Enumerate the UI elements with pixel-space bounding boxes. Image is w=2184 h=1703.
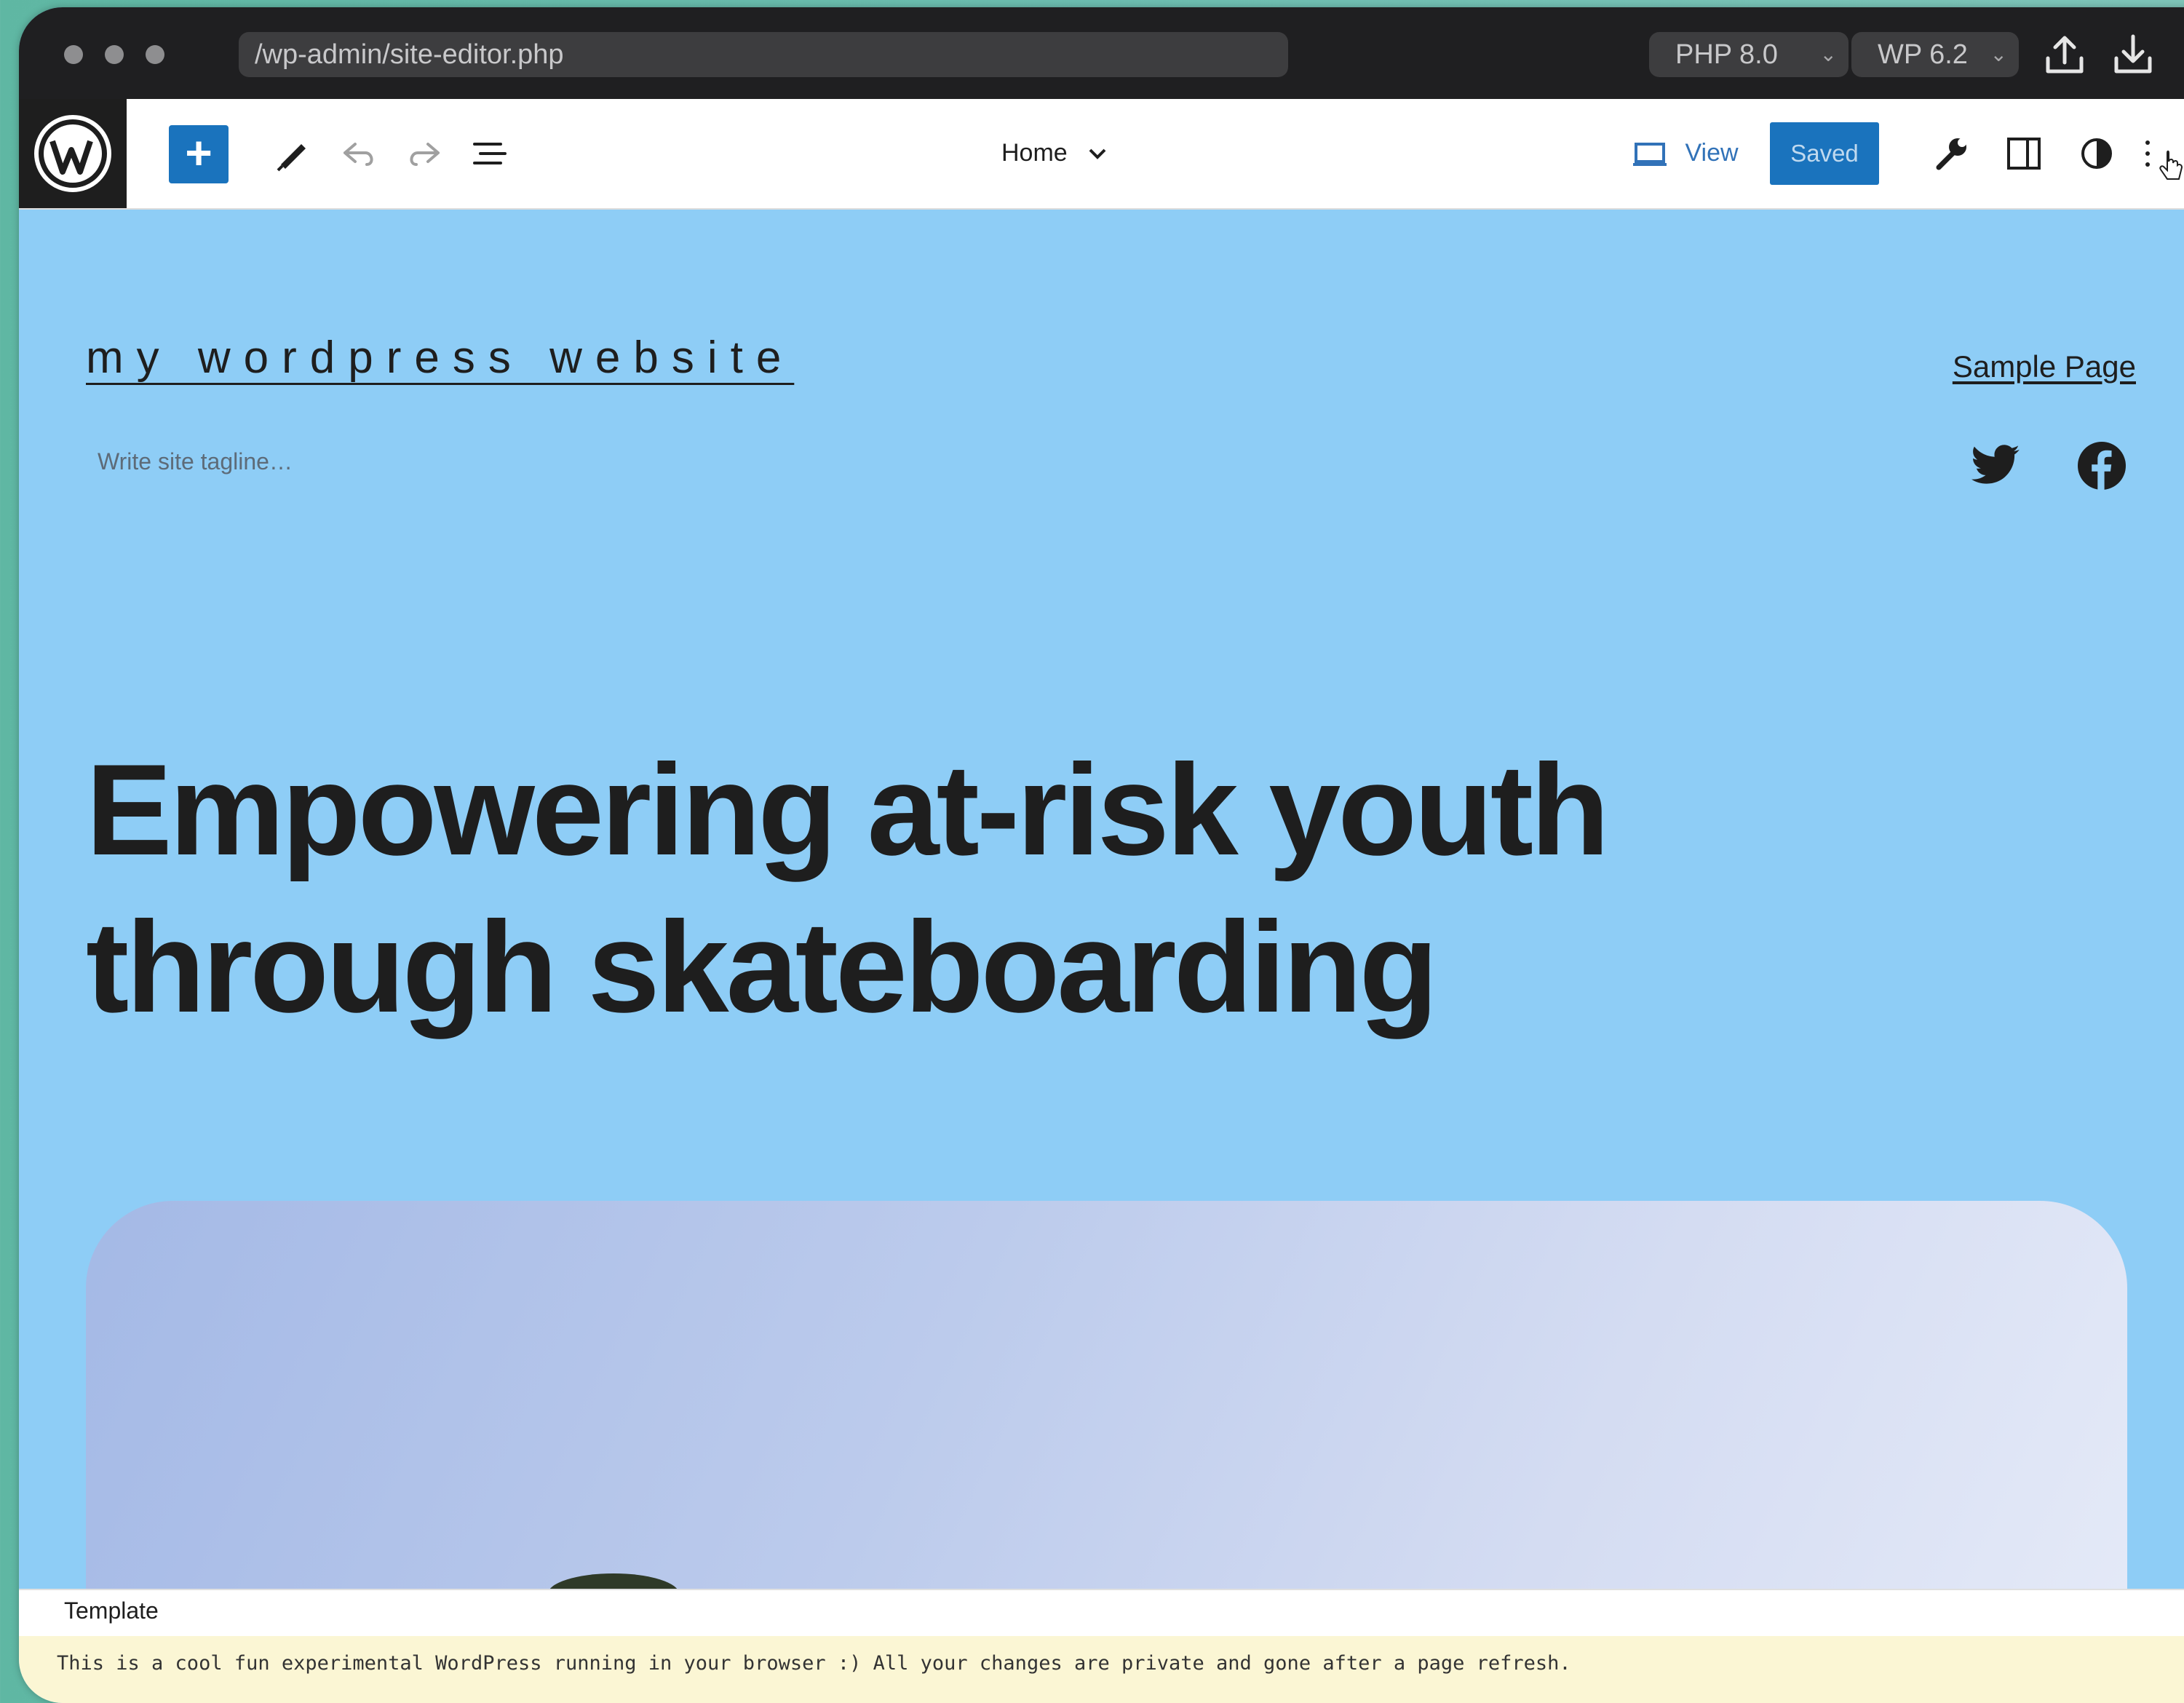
saved-button[interactable]: Saved xyxy=(1770,122,1879,185)
view-label: View xyxy=(1685,139,1739,167)
wp-version-value: WP 6.2 xyxy=(1878,39,1968,70)
nav-link-sample-page[interactable]: Sample Page xyxy=(1953,349,2136,384)
document-title: Home xyxy=(1001,139,1068,167)
window-zoom-dot[interactable] xyxy=(146,45,164,64)
wrench-icon[interactable] xyxy=(1926,128,1977,179)
redo-icon[interactable] xyxy=(399,128,450,179)
facebook-icon[interactable] xyxy=(2076,440,2128,492)
app-window: /wp-admin/site-editor.php PHP 8.0 ⌄ WP 6… xyxy=(19,7,2184,1703)
monitor-icon xyxy=(1633,143,1667,167)
breadcrumb-template[interactable]: Template xyxy=(64,1597,159,1624)
hand-cursor-icon xyxy=(2159,150,2183,180)
undo-icon[interactable] xyxy=(333,128,384,179)
twitter-icon[interactable] xyxy=(1969,440,2022,492)
hero-heading-line-2: through skateboarding xyxy=(86,894,1438,1039)
window-close-dot[interactable] xyxy=(64,45,83,64)
php-version-value: PHP 8.0 xyxy=(1675,39,1778,70)
wordpress-logo-icon xyxy=(34,115,111,192)
chevron-down-icon xyxy=(1089,148,1106,159)
add-block-button[interactable]: + xyxy=(169,125,229,183)
list-view-icon[interactable] xyxy=(464,128,515,179)
site-title[interactable]: my wordpress website xyxy=(86,332,794,384)
site-tagline-placeholder[interactable]: Write site tagline… xyxy=(98,448,293,475)
playground-notice-text: This is a cool fun experimental WordPres… xyxy=(57,1652,1571,1675)
sidebar-icon[interactable] xyxy=(1998,128,2049,179)
wordpress-logo-button[interactable] xyxy=(19,99,127,208)
pencil-icon[interactable] xyxy=(266,128,317,179)
block-breadcrumb-bar: Template xyxy=(19,1589,2184,1638)
url-bar[interactable]: /wp-admin/site-editor.php xyxy=(239,32,1288,77)
php-version-select[interactable]: PHP 8.0 ⌄ xyxy=(1649,32,1849,77)
upload-icon[interactable] xyxy=(2039,29,2090,80)
half-circle-icon[interactable] xyxy=(2071,128,2122,179)
playground-notice-bar: This is a cool fun experimental WordPres… xyxy=(19,1636,2184,1703)
window-minimize-dot[interactable] xyxy=(105,45,124,64)
browser-chrome: /wp-admin/site-editor.php PHP 8.0 ⌄ WP 6… xyxy=(19,7,2184,99)
wp-version-select[interactable]: WP 6.2 ⌄ xyxy=(1851,32,2019,77)
document-title-dropdown[interactable]: Home xyxy=(1001,131,1112,175)
chevron-down-icon: ⌄ xyxy=(1819,43,1837,66)
hero-heading-line-1: Empowering at-risk youth xyxy=(86,737,1610,882)
download-icon[interactable] xyxy=(2108,29,2159,80)
view-button[interactable]: View xyxy=(1632,131,1739,175)
chevron-down-icon: ⌄ xyxy=(1990,43,2007,66)
more-options-icon[interactable] xyxy=(2137,128,2159,179)
hero-heading[interactable]: Empowering at-risk youth through skatebo… xyxy=(86,731,1978,1046)
editor-toolbar: + Home View Saved xyxy=(19,99,2184,210)
